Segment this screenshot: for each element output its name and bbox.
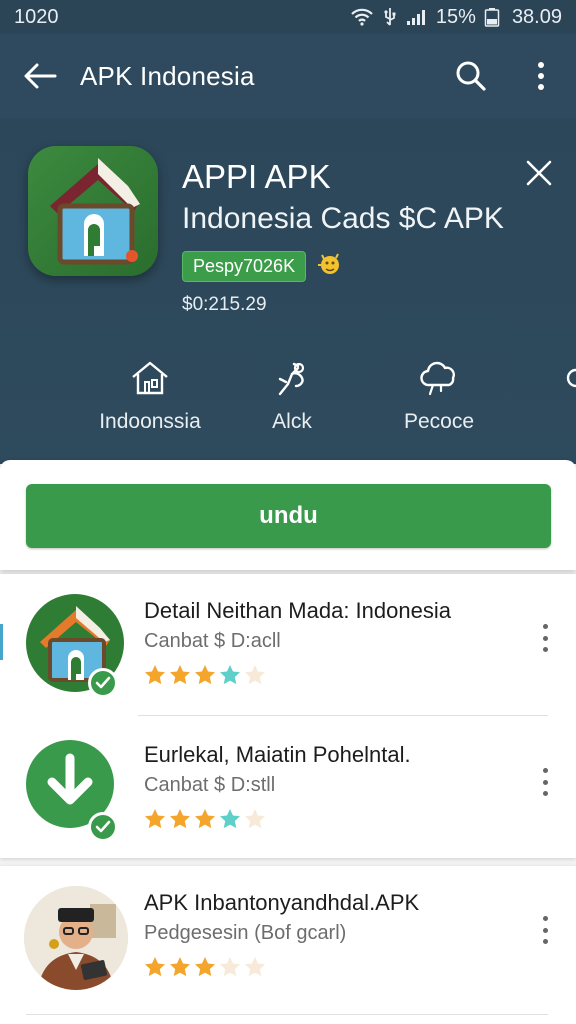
app-header: APPI APK Indonesia Cads $C APK Pespy7026… xyxy=(0,118,576,464)
item-more-button[interactable] xyxy=(540,768,550,796)
list-item[interactable]: APK Inbantonyandhdal.APK Pedgesesin (Bof… xyxy=(0,866,576,1006)
search-button[interactable] xyxy=(436,60,506,92)
star-icon xyxy=(245,809,265,829)
search-icon xyxy=(456,61,486,91)
app-list-card: APK Inbantonyandhdal.APK Pedgesesin (Bof… xyxy=(0,866,576,1024)
avatar-photo xyxy=(24,886,128,990)
battery-icon xyxy=(484,7,500,27)
page-title: APK Indonesia xyxy=(80,60,255,91)
sparkle-mascot-icon xyxy=(314,249,344,284)
item-subtitle: Canbat $ D:stll xyxy=(144,774,276,796)
download-card: undu xyxy=(0,460,576,570)
signal-icon xyxy=(406,8,428,26)
star-icon xyxy=(245,665,265,685)
star-icon xyxy=(220,665,240,685)
partial-icon xyxy=(560,358,576,398)
star-icon xyxy=(195,957,215,977)
installed-check-icon xyxy=(88,668,118,698)
app-list-card: Detail Neithan Mada: Indonesia Canbat $ … xyxy=(0,574,576,858)
cloud-icon xyxy=(374,358,504,398)
star-icon xyxy=(220,809,240,829)
star-icon xyxy=(145,665,165,685)
rating-stars xyxy=(144,664,266,686)
divider xyxy=(26,1014,548,1015)
item-more-button[interactable] xyxy=(540,916,550,944)
arrow-left-icon xyxy=(24,63,57,89)
price-text: $0:215.29 xyxy=(182,294,267,315)
star-icon xyxy=(195,665,215,685)
category-label: Alck xyxy=(272,410,312,433)
category-label: Indoonssia xyxy=(99,410,201,433)
badge-row: Pespy7026K xyxy=(182,249,344,284)
item-subtitle: Canbat $ D:acll xyxy=(144,630,281,652)
status-time: 1020 xyxy=(14,5,59,28)
star-icon xyxy=(145,957,165,977)
star-icon xyxy=(145,809,165,829)
back-button[interactable] xyxy=(0,62,80,90)
item-name: Detail Neithan Mada: Indonesia xyxy=(144,598,451,623)
star-icon xyxy=(220,957,240,977)
star-icon xyxy=(195,809,215,829)
close-icon xyxy=(526,160,552,186)
list-item[interactable]: Eurlekal, Maiatin Pohelntal. Canbat $ D:… xyxy=(0,718,576,858)
star-icon xyxy=(170,665,190,685)
list-item[interactable]: Detail Neithan Mada: Indonesia Canbat $ … xyxy=(0,574,576,714)
category-indonesia[interactable]: Indoonssia xyxy=(85,358,215,434)
item-name: APK Inbantonyandhdal.APK xyxy=(144,890,420,915)
rating-stars xyxy=(144,956,266,978)
category-alck[interactable]: Alck xyxy=(227,358,357,434)
battery-level: 15% xyxy=(435,5,476,28)
divider xyxy=(138,715,548,716)
app-subtitle: Indonesia Cads $C APK xyxy=(182,202,504,235)
overflow-menu-button[interactable] xyxy=(506,61,576,91)
wifi-icon xyxy=(350,7,374,27)
rating-stars xyxy=(144,808,266,830)
star-icon xyxy=(170,809,190,829)
house-icon xyxy=(85,358,215,398)
star-icon xyxy=(170,957,190,977)
item-subtitle: Pedgesesin (Bof gcarl) xyxy=(144,922,347,944)
installed-check-icon xyxy=(88,812,118,842)
category-pecoce[interactable]: Pecoce xyxy=(374,358,504,434)
item-name: Eurlekal, Maiatin Pohelntal. xyxy=(144,742,411,767)
category-row: Indoonssia Alck Pecoce xyxy=(0,358,576,448)
usb-icon xyxy=(382,7,398,27)
hand-icon xyxy=(227,358,357,398)
version-badge: Pespy7026K xyxy=(182,251,307,282)
category-label: Pecoce xyxy=(403,410,475,433)
more-vert-icon xyxy=(538,62,544,90)
item-more-button[interactable] xyxy=(540,624,550,652)
category-partial[interactable] xyxy=(560,358,576,398)
app-bar: APK Indonesia xyxy=(0,34,576,118)
star-icon xyxy=(245,957,265,977)
close-button[interactable] xyxy=(524,158,554,188)
app-name: APPI APK xyxy=(182,158,331,195)
status-bar: 1020 15% 38.09 xyxy=(0,0,576,34)
download-button[interactable]: undu xyxy=(26,484,551,548)
status-clock: 38.09 xyxy=(511,5,562,28)
app-logo-icon xyxy=(28,146,158,276)
